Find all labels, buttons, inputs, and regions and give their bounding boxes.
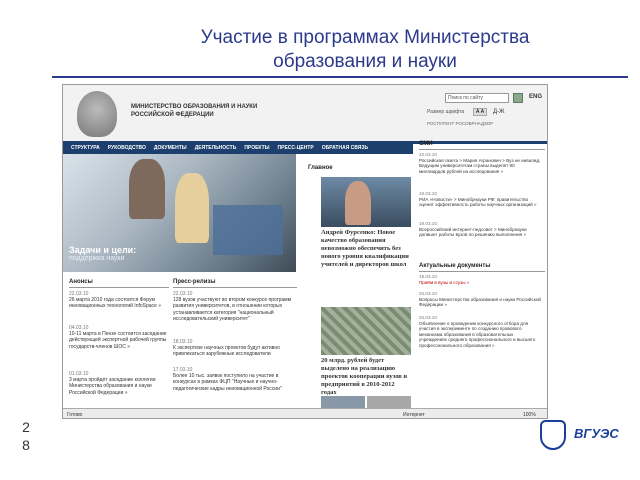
menu-item[interactable]: РУКОВОДСТВО <box>108 145 146 151</box>
hero-title: Задачи и цели: <box>69 245 137 255</box>
lang-link[interactable]: ENG <box>529 94 542 100</box>
doc-item[interactable]: 04.03.10 Вопросы Министерства образования… <box>419 291 541 308</box>
smi-header: СМИ <box>419 141 433 147</box>
docs-header: Актуальные документы <box>419 263 491 269</box>
font-size-value: Д-Ж <box>493 109 505 115</box>
hero-subtitle: поддержка науки <box>69 255 125 262</box>
university-logo-text: ВГУЭС <box>574 426 619 441</box>
announce-item[interactable]: 04.03.10 10-11 марта в Пензе состоится за… <box>69 325 169 350</box>
main-news-headline[interactable]: 20 млрд. рублей будет выделено на реализ… <box>321 357 411 397</box>
university-logo-icon <box>540 420 566 450</box>
divider <box>419 271 545 272</box>
ministry-name: МИНИСТЕРСТВО ОБРАЗОВАНИЯ И НАУКИ РОССИЙС… <box>131 104 258 118</box>
font-size-button[interactable]: А А <box>473 108 487 116</box>
slide-title-line1: Участие в программах Министерства <box>200 27 530 48</box>
title-divider <box>52 76 628 78</box>
menu-item[interactable]: ПРОЕКТЫ <box>244 145 269 151</box>
news-photo[interactable] <box>321 307 411 355</box>
divider <box>173 287 297 288</box>
press-header: Пресс-релизы <box>173 279 216 285</box>
main-news-label: Главное <box>308 165 333 171</box>
agency-links[interactable]: РОСПАТЕНТ РОСОБРНАДЗОР <box>427 121 497 127</box>
divider <box>419 149 545 150</box>
slide-title-line2: образования и науки <box>273 51 457 72</box>
menu-item[interactable]: ДЕЯТЕЛЬНОСТЬ <box>195 145 237 151</box>
menu-item[interactable]: ПРЕСС-ЦЕНТР <box>278 145 314 151</box>
zone-indicator: Интернет <box>403 412 425 418</box>
hero-equipment <box>213 205 283 255</box>
smi-item[interactable]: 22.03.10 Российская газета > Мария Аграно… <box>419 152 541 174</box>
portrait-face <box>345 181 371 225</box>
press-item[interactable]: 22.03.10 128 вузов участвуют во втором ко… <box>173 291 297 322</box>
website-screenshot: МИНИСТЕРСТВО ОБРАЗОВАНИЯ И НАУКИ РОССИЙС… <box>62 84 548 419</box>
slide-title: Участие в программах Министерства образо… <box>120 26 610 74</box>
menu-item[interactable]: ДОКУМЕНТЫ <box>154 145 187 151</box>
press-item[interactable]: 18.03.10 К экспертизе научных проектов бу… <box>173 339 297 358</box>
doc-item[interactable]: 19.03.10 Приём в вузы и ссузы » <box>419 274 541 285</box>
slide-number: 2 8 <box>22 419 30 453</box>
press-item[interactable]: 17.03.10 Более 10 тыс. заявок поступило н… <box>173 367 297 392</box>
search-input[interactable]: Поиск по сайту <box>445 93 509 103</box>
browser-status-bar: Готово Интернет 100% <box>63 408 547 418</box>
menu-item[interactable]: СТРУКТУРА <box>71 145 100 151</box>
hero-person <box>129 159 165 219</box>
search-go-button[interactable] <box>513 93 523 103</box>
menu-extension <box>413 141 547 144</box>
announce-item[interactable]: 22.03.10 26 марта 2010 года состоится Фор… <box>69 291 169 310</box>
doc-item[interactable]: 04.03.10 Объявление о проведении конкурсн… <box>419 315 541 349</box>
divider <box>69 287 169 288</box>
status-text: Готово <box>67 412 83 418</box>
announce-item[interactable]: 01.03.10 3 марта пройдёт заседание коллег… <box>69 371 169 396</box>
announce-header: Анонсы <box>69 279 93 285</box>
coat-of-arms-icon <box>77 91 117 137</box>
smi-item[interactable]: 19.03.10 РИА «Новости» > Минобрнауки РФ: … <box>419 191 541 208</box>
main-news-headline[interactable]: Андрей Фурсенко: Новое качество образова… <box>321 229 411 269</box>
menu-item[interactable]: ОБРАТНАЯ СВЯЗЬ <box>322 145 368 151</box>
hero-person <box>175 173 209 243</box>
font-size-label: Размер шрифта <box>427 109 465 115</box>
smi-item[interactable]: 19.03.10 Всероссийский интернет-педсовет … <box>419 221 541 238</box>
zoom-level[interactable]: 100% <box>523 412 536 418</box>
main-menu: СТРУКТУРА РУКОВОДСТВО ДОКУМЕНТЫ ДЕЯТЕЛЬН… <box>63 141 413 154</box>
